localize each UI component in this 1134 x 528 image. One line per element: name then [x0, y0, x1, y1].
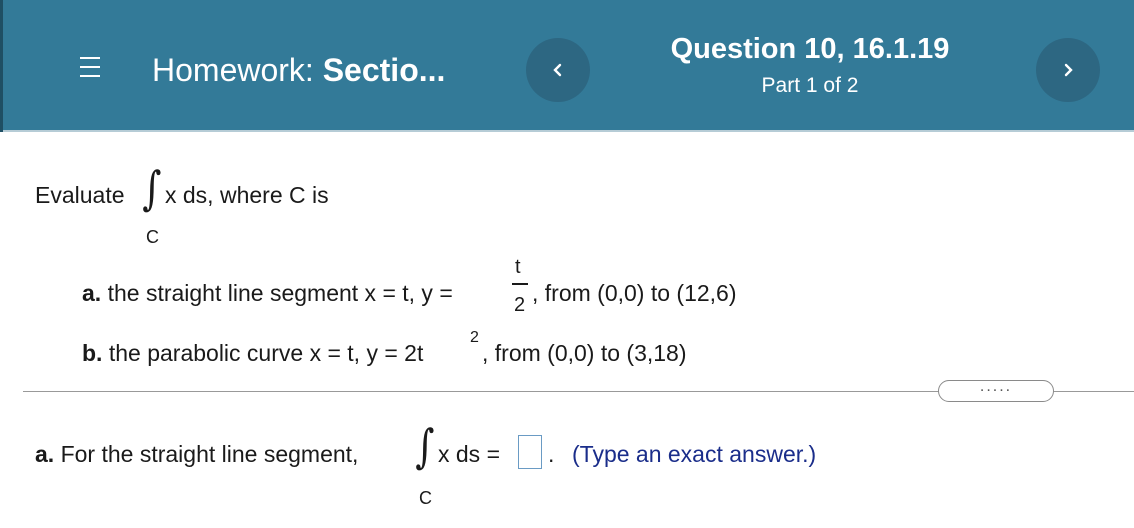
header-edge	[0, 0, 3, 132]
more-options-button[interactable]: .....	[938, 379, 1054, 402]
fraction-numerator: t	[515, 256, 521, 278]
part-a-text: a. the straight line segment x = t, y =	[82, 280, 453, 307]
homework-name: Sectio...	[322, 52, 446, 88]
fraction-bar	[512, 283, 528, 285]
answer-label: a.	[35, 441, 55, 467]
part-a-range: , from (0,0) to (12,6)	[532, 280, 737, 306]
answer-input[interactable]	[518, 435, 542, 469]
header-bar: Homework: Sectio... Question 10, 16.1.19…	[0, 0, 1134, 132]
part-a-description: the straight line segment x = t, y =	[107, 280, 453, 306]
part-b-range: , from (0,0) to (3,18)	[482, 340, 687, 366]
part-a-label: a.	[82, 280, 102, 306]
answer-integrand: x ds =	[438, 441, 501, 467]
fraction-denominator: 2	[514, 294, 526, 316]
question-part: Part 1 of 2	[761, 74, 859, 97]
homework-title: Homework: Sectio...	[152, 52, 445, 89]
evaluate-label: Evaluate	[35, 182, 125, 208]
integral-subscript: C	[146, 227, 159, 247]
part-b-description: the parabolic curve x = t, y = 2t	[108, 340, 424, 366]
integral-symbol: ∫	[142, 161, 162, 215]
hamburger-menu-icon[interactable]	[80, 57, 100, 79]
exponent: 2	[470, 329, 479, 346]
part-b-text: b. the parabolic curve x = t, y = 2t	[82, 340, 423, 367]
answer-integral-subscript: C	[419, 488, 432, 508]
integrand-text: x ds, where C is	[165, 182, 329, 208]
part-b-label: b.	[82, 340, 103, 366]
answer-prompt: a. For the straight line segment,	[35, 441, 358, 468]
next-question-button[interactable]	[1036, 38, 1100, 102]
answer-hint: (Type an exact answer.)	[572, 441, 817, 467]
question-title: Question 10, 16.1.19	[670, 33, 950, 65]
answer-period: .	[548, 441, 555, 467]
answer-text: For the straight line segment,	[60, 441, 359, 467]
answer-integral-symbol: ∫	[415, 419, 435, 473]
chevron-right-icon	[1064, 63, 1073, 77]
homework-prefix: Homework:	[152, 52, 323, 88]
